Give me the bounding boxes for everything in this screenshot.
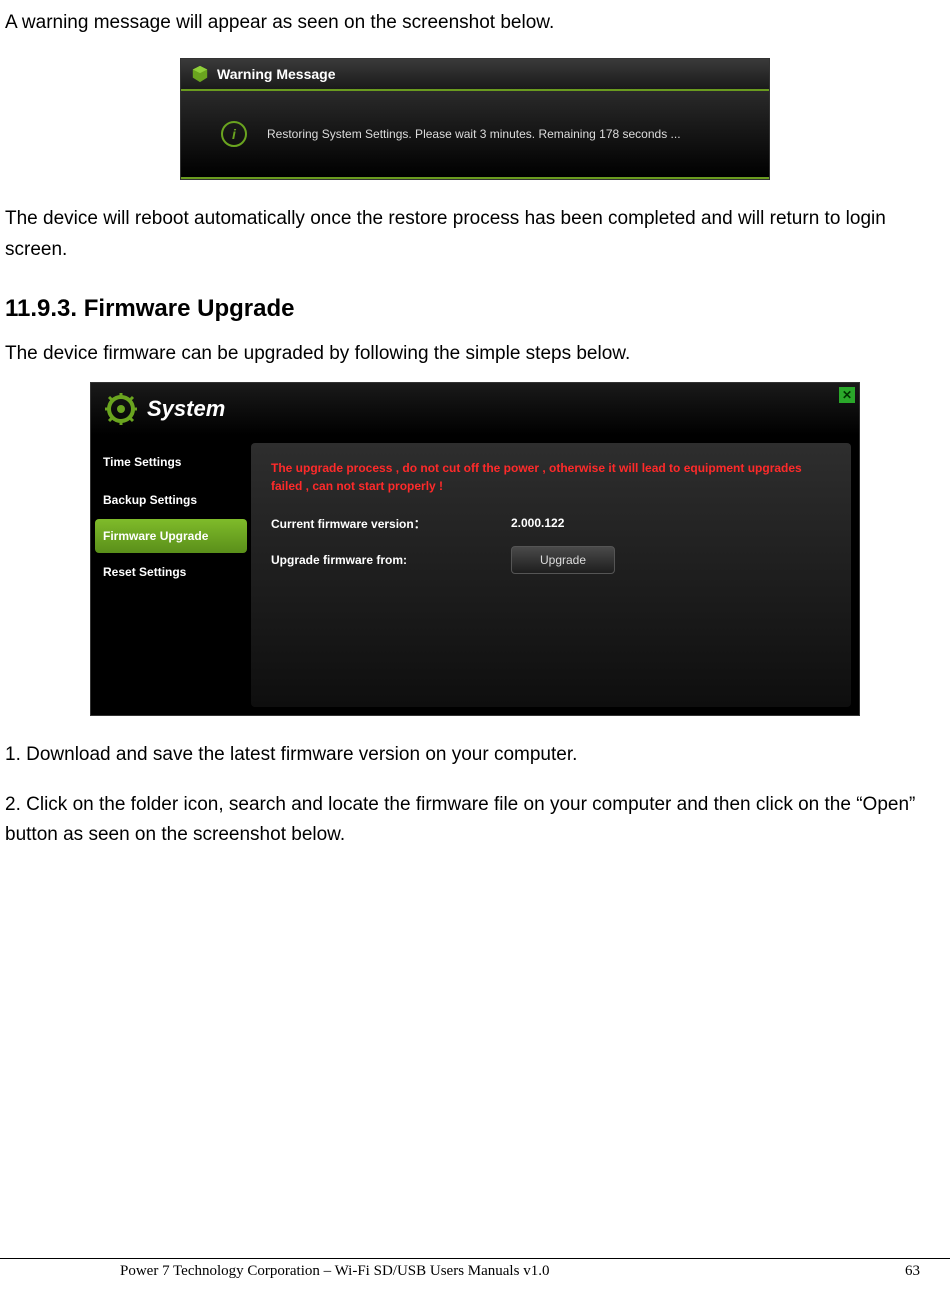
warning-dialog-screenshot: Warning Message i Restoring System Setti… [180, 58, 770, 180]
system-dialog-screenshot: ✕ System Time Settings Backup Settings F… [90, 382, 860, 716]
intro-paragraph: A warning message will appear as seen on… [5, 8, 945, 38]
gear-icon [105, 393, 137, 425]
row-current-version: Current firmware version： 2.000.122 [271, 515, 831, 532]
cube-icon [191, 65, 209, 83]
footer-page-number: 63 [905, 1263, 950, 1280]
step-1-paragraph: 1. Download and save the latest firmware… [5, 740, 945, 770]
section-heading: 11.9.3. Firmware Upgrade [5, 295, 945, 323]
sidebar-item-firmware-upgrade[interactable]: Firmware Upgrade [95, 519, 247, 553]
system-sidebar: Time Settings Backup Settings Firmware U… [91, 435, 251, 715]
page-footer: Power 7 Technology Corporation – Wi-Fi S… [0, 1258, 950, 1280]
label-upgrade-from: Upgrade firmware from: [271, 553, 471, 567]
upgrade-warning-text: The upgrade process , do not cut off the… [271, 459, 831, 495]
value-current-version: 2.000.122 [511, 516, 564, 530]
label-current-version: Current firmware version： [271, 515, 471, 532]
upgrade-button[interactable]: Upgrade [511, 546, 615, 574]
firmware-intro-paragraph: The device firmware can be upgraded by f… [5, 339, 945, 369]
warning-dialog-header: Warning Message [181, 59, 769, 91]
warning-dialog-message: Restoring System Settings. Please wait 3… [267, 127, 681, 141]
after-warning-paragraph: The device will reboot automatically onc… [5, 204, 945, 265]
sidebar-item-reset-settings[interactable]: Reset Settings [91, 553, 251, 591]
row-upgrade-from: Upgrade firmware from: Upgrade [271, 546, 831, 574]
sidebar-item-time-settings[interactable]: Time Settings [91, 443, 251, 481]
sidebar-item-backup-settings[interactable]: Backup Settings [91, 481, 251, 519]
warning-dialog-title: Warning Message [217, 66, 336, 82]
info-icon: i [221, 121, 247, 147]
system-content-panel: The upgrade process , do not cut off the… [251, 443, 851, 707]
close-icon[interactable]: ✕ [839, 387, 855, 403]
system-dialog-header: System [91, 383, 859, 435]
warning-dialog-body: i Restoring System Settings. Please wait… [181, 91, 769, 179]
footer-doc-title: Power 7 Technology Corporation – Wi-Fi S… [0, 1263, 549, 1280]
step-2-paragraph: 2. Click on the folder icon, search and … [5, 790, 945, 851]
system-dialog-title: System [147, 396, 225, 422]
